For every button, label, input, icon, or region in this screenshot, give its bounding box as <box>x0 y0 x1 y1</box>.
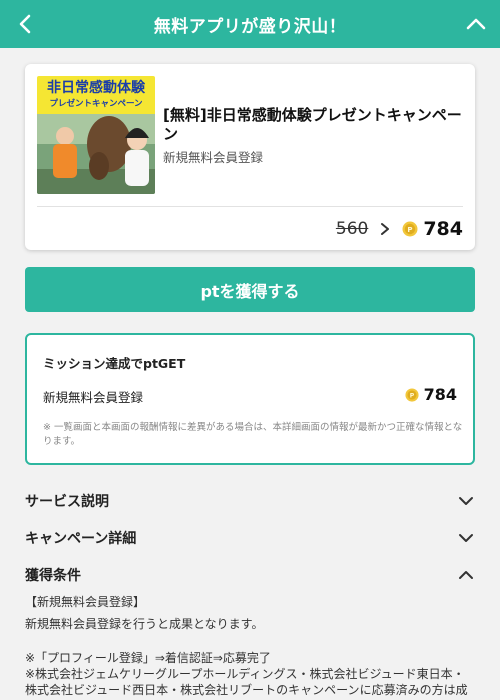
header-bar: 無料アプリが盛り沢山！ <box>0 0 500 48</box>
thumbnail-banner: 非日常感動体験 プレゼントキャンペーン <box>37 76 155 114</box>
offer-subtitle: 新規無料会員登録 <box>163 150 264 165</box>
mission-title: ミッション達成でptGET <box>43 356 186 371</box>
chevron-down-icon <box>459 497 473 505</box>
accordion-campaign[interactable]: キャンペーン詳細 <box>25 526 475 550</box>
svg-text:P: P <box>408 226 413 234</box>
accordion-conditions[interactable]: 獲得条件 <box>25 563 475 587</box>
mission-box: ミッション達成でptGET 新規無料会員登録 P 784 ※ 一覧画面と本画面の… <box>25 333 475 465</box>
chevron-down-icon <box>459 534 473 542</box>
svg-text:P: P <box>409 392 414 399</box>
accordion-service[interactable]: サービス説明 <box>25 489 475 513</box>
mission-points-value: 784 <box>423 385 457 404</box>
conditions-line-1: 新規無料会員登録を行うと成果となります。 <box>25 617 264 631</box>
chevron-up-icon <box>459 571 473 579</box>
chevron-up-icon[interactable] <box>464 12 488 36</box>
conditions-content: 【新規無料会員登録】 新規無料会員登録を行うと成果となります。 ※「プロフィール… <box>25 594 475 698</box>
campaign-photo <box>37 114 155 194</box>
get-points-button[interactable]: ptを獲得する <box>25 267 475 312</box>
divider <box>37 206 463 207</box>
points-display: 560 P 784 <box>336 216 463 242</box>
mission-item-label: 新規無料会員登録 <box>43 390 144 405</box>
old-points: 560 <box>335 219 369 239</box>
mission-points: P 784 <box>405 385 457 404</box>
new-points: 784 <box>423 218 463 240</box>
conditions-line-2: ※「プロフィール登録」⇒着信認証⇒応募完了 <box>25 651 271 665</box>
banner-title: 非日常感動体験 <box>47 80 145 96</box>
point-coin-icon: P <box>405 387 419 402</box>
accordion-campaign-label: キャンペーン詳細 <box>25 531 137 547</box>
conditions-heading: 【新規無料会員登録】 <box>25 595 146 609</box>
accordion-service-label: サービス説明 <box>25 494 109 510</box>
offer-title: [無料]非日常感動体験プレゼントキャンペーン <box>163 106 462 143</box>
page-title: 無料アプリが盛り沢山！ <box>153 16 347 37</box>
chevron-left-icon[interactable] <box>14 12 38 36</box>
accordion-conditions-label: 獲得条件 <box>25 568 81 584</box>
mission-note: ※ 一覧画面と本画面の報酬情報に差異がある場合は、本詳細画面の情報が最新かつ正確… <box>43 422 463 447</box>
chevron-right-icon <box>381 223 390 235</box>
offer-thumbnail: 非日常感動体験 プレゼントキャンペーン <box>37 76 155 194</box>
point-coin-icon: P <box>402 221 418 237</box>
banner-subtitle: プレゼントキャンペーン <box>49 99 143 109</box>
conditions-line-4: 株式会社ビジュード西日本・株式会社リブートのキャンペーンに応募済みの方は成 <box>25 683 468 697</box>
conditions-line-3: ※株式会社ジェムケリーグループホールディングス・株式会社ビジュード東日本・ <box>25 667 465 681</box>
offer-card[interactable]: 非日常感動体験 プレゼントキャンペーン [無料]非日常感動体験プレゼントキャンペ… <box>25 64 475 250</box>
